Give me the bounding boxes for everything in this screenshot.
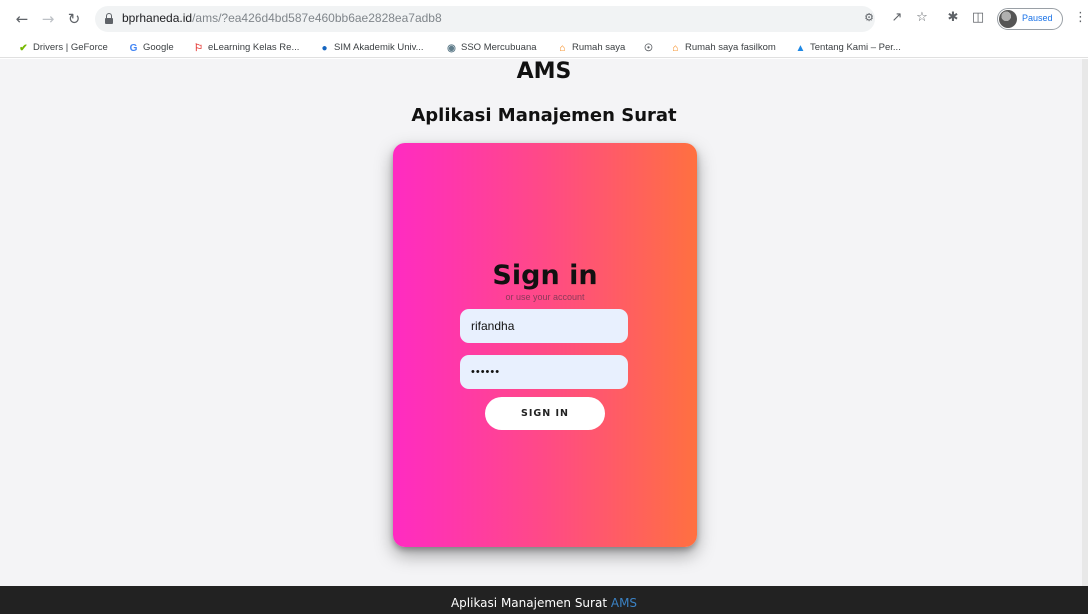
kebab-menu-icon[interactable]: ⋮ (1074, 10, 1087, 25)
signin-button[interactable]: SIGN IN (485, 397, 605, 430)
scrollbar[interactable] (1082, 59, 1088, 586)
bookmark-google[interactable]: G Google (128, 40, 174, 56)
footer: Aplikasi Manajemen Surat AMS (0, 586, 1088, 614)
bookmark-rumah-saya-fasilkom[interactable]: ⌂ Rumah saya fasilkom (670, 40, 776, 56)
address-bar[interactable]: bprhaneda.id/ams/?ea426d4bd587e460bb6ae2… (95, 6, 875, 32)
key-icon[interactable]: ⚙ (860, 10, 878, 26)
geforce-icon: ✔ (19, 43, 28, 54)
bookmark-label: eLearning Kelas Re... (208, 42, 300, 53)
bookmark-label: Rumah saya fasilkom (685, 42, 776, 53)
login-card: Sign in or use your account SIGN IN (393, 143, 697, 547)
bookmark-label: SIM Akademik Univ... (334, 42, 424, 53)
google-icon: G (129, 43, 138, 54)
username-field[interactable] (460, 309, 628, 343)
bookmark-geforce[interactable]: ✔ Drivers | GeForce (18, 40, 108, 56)
bookmark-elearning[interactable]: ⚐ eLearning Kelas Re... (193, 40, 299, 56)
home-icon: ⌂ (672, 43, 679, 54)
home-icon: ⌂ (559, 43, 566, 54)
signin-heading: Sign in (492, 260, 598, 291)
bookmark-label: Drivers | GeForce (33, 42, 108, 53)
bookmark-tentang-kami[interactable]: ▲ Tentang Kami – Per... (795, 40, 901, 56)
back-arrow-icon[interactable]: ← (12, 9, 32, 29)
globe-icon: ☉ (644, 43, 653, 54)
bookmark-rumah-saya[interactable]: ⌂ Rumah saya (557, 40, 625, 56)
side-panel-icon[interactable]: ◫ (969, 10, 987, 26)
password-field[interactable] (460, 355, 628, 389)
page-content: AMS Aplikasi Manajemen Surat Sign in or … (0, 59, 1088, 586)
bookmark-sso[interactable]: ◉ SSO Mercubuana (446, 40, 537, 56)
avatar (999, 10, 1017, 28)
url-path: /ams/?ea426d4bd587e460bb6ae2828ea7adb8 (192, 11, 442, 25)
bookmark-label: Rumah saya (572, 42, 626, 53)
lock-icon[interactable] (105, 13, 113, 24)
url-text[interactable]: bprhaneda.id/ams/?ea426d4bd587e460bb6ae2… (122, 11, 442, 25)
url-host: bprhaneda.id (122, 11, 193, 25)
reload-icon[interactable]: ↻ (64, 9, 84, 29)
sso-icon: ◉ (447, 43, 456, 54)
profile-status: Paused (1022, 13, 1053, 23)
bookmark-label: Google (143, 42, 174, 53)
puzzle-icon[interactable]: ✱ (944, 10, 962, 26)
footer-text: Aplikasi Manajemen Surat (450, 596, 608, 610)
elearning-icon: ⚐ (194, 43, 203, 54)
profile-button[interactable]: Paused (997, 8, 1063, 30)
sim-icon: ● (321, 43, 328, 54)
signin-subheading: or use your account (505, 292, 585, 302)
bookmark-label: SSO Mercubuana (461, 42, 537, 53)
browser-toolbar: ← → ↻ bprhaneda.id/ams/?ea426d4bd587e460… (0, 0, 1088, 38)
bookmark-globe[interactable]: ☉ (643, 40, 658, 56)
share-icon[interactable]: ↗ (888, 10, 906, 26)
footer-accent: AMS (610, 596, 638, 610)
page-subtitle: Aplikasi Manajemen Surat (411, 105, 677, 126)
star-icon[interactable]: ☆ (913, 10, 931, 26)
page-title: AMS (516, 59, 572, 84)
forward-arrow-icon[interactable]: → (38, 9, 58, 29)
bookmark-label: Tentang Kami – Per... (810, 42, 901, 53)
bookmark-sim-akademik[interactable]: ● SIM Akademik Univ... (319, 40, 424, 56)
bookmarks-bar: ✔ Drivers | GeForce G Google ⚐ eLearning Ke… (0, 38, 1088, 58)
bank-icon: ▲ (795, 43, 806, 54)
